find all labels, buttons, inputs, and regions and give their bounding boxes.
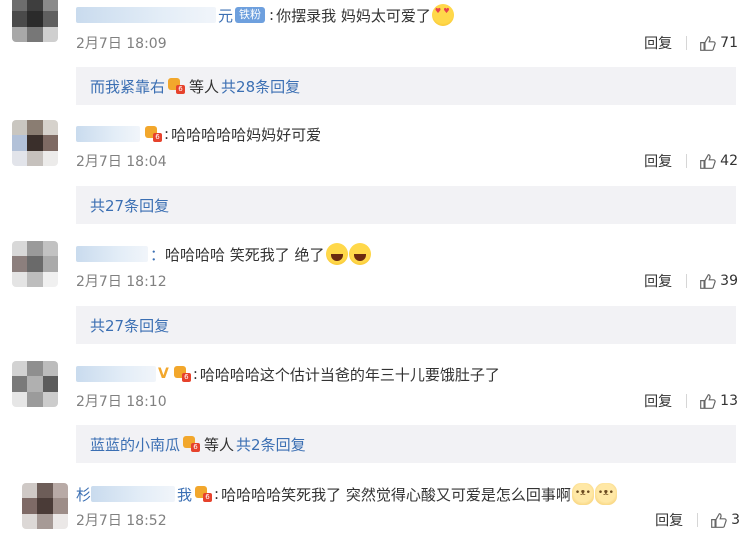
- reply-summary[interactable]: 而我紧靠右 6 等人 共28条回复: [76, 67, 736, 105]
- divider: [686, 154, 688, 168]
- divider: [686, 36, 688, 50]
- divider: [697, 513, 699, 527]
- reply-count-link[interactable]: 共27条回复: [90, 315, 169, 336]
- vip-badge-icon: 6: [173, 366, 191, 382]
- vip-badge-icon: 6: [182, 436, 201, 452]
- username-blurred[interactable]: [76, 246, 148, 262]
- like-count: 71: [720, 35, 738, 51]
- thumbs-up-icon[interactable]: [699, 153, 716, 170]
- cat-emoji-icon: [571, 483, 594, 505]
- reply-count-link[interactable]: 共28条回复: [221, 76, 300, 97]
- username-blurred[interactable]: [76, 366, 156, 382]
- reply-suffix: 等人: [189, 77, 220, 96]
- verified-v-icon: V: [158, 366, 169, 382]
- cat-emoji-icon: [594, 483, 617, 505]
- avatar[interactable]: [12, 361, 58, 407]
- timestamp: 2月7日 18:12: [76, 274, 167, 290]
- avatar[interactable]: [12, 241, 58, 287]
- vip-badge-icon: 6: [167, 78, 186, 94]
- reply-button[interactable]: 回复: [644, 271, 672, 291]
- comment-text-line: ： 哈哈哈哈 笑死我了 绝了: [76, 242, 371, 266]
- reply-summary[interactable]: 共27条回复: [76, 186, 736, 224]
- username-blurred[interactable]: [76, 126, 140, 142]
- comment-actions: 回复 13: [644, 391, 738, 411]
- reply-summary[interactable]: 共27条回复: [76, 306, 736, 344]
- thumbs-up-icon[interactable]: [699, 35, 716, 52]
- love-eyes-emoji-icon: [431, 4, 454, 26]
- comment-text-line: 6 : 哈哈哈哈哈妈妈好可爱: [76, 122, 321, 146]
- laughing-emoji-icon: [348, 243, 371, 265]
- username-tail[interactable]: 元: [218, 5, 233, 26]
- comment-text-line: 杉 我 6 : 哈哈哈哈笑死我了 突然觉得心酸又可爱是怎么回事啊: [76, 482, 617, 506]
- reply-suffix: 等人: [204, 435, 235, 454]
- like-count: 42: [720, 153, 738, 169]
- avatar[interactable]: [12, 120, 58, 166]
- reply-button[interactable]: 回复: [655, 510, 683, 530]
- comment-text-line: V 6 : 哈哈哈哈这个估计当爸的年三十儿要饿肚子了: [76, 362, 500, 386]
- reply-button[interactable]: 回复: [644, 391, 672, 411]
- comment-text: 哈哈哈哈哈妈妈好可爱: [171, 125, 322, 144]
- timestamp: 2月7日 18:52: [76, 513, 167, 529]
- comment-actions: 回复 39: [644, 271, 738, 291]
- vip-badge-icon: 6: [144, 126, 162, 142]
- comment-actions: 回复 42: [644, 151, 738, 171]
- comment-actions: 回复 3: [655, 510, 740, 530]
- thumbs-up-icon[interactable]: [710, 512, 727, 529]
- reply-button[interactable]: 回复: [644, 33, 672, 53]
- like-count: 3: [731, 512, 740, 528]
- avatar[interactable]: [22, 483, 68, 529]
- comment-actions: 回复 71: [644, 33, 738, 53]
- thumbs-up-icon[interactable]: [699, 273, 716, 290]
- reply-count-link[interactable]: 共27条回复: [90, 195, 169, 216]
- reply-user[interactable]: 蓝蓝的小南瓜: [90, 434, 180, 455]
- username-blurred[interactable]: [91, 486, 176, 502]
- reply-summary[interactable]: 蓝蓝的小南瓜 6 等人 共2条回复: [76, 425, 736, 463]
- comment-text: 你摆录我 妈妈太可爱了: [276, 6, 431, 25]
- username-tail[interactable]: 我: [177, 484, 192, 505]
- comment-text: 哈哈哈哈笑死我了 突然觉得心酸又可爱是怎么回事啊: [221, 485, 571, 504]
- reply-count-link[interactable]: 共2条回复: [236, 434, 306, 455]
- comment-text: 哈哈哈哈这个估计当爸的年三十儿要饿肚子了: [199, 365, 500, 384]
- comment-text-line: 元 铁粉 : 你摆录我 妈妈太可爱了: [76, 3, 454, 27]
- timestamp: 2月7日 18:09: [76, 36, 167, 52]
- like-count: 13: [720, 393, 738, 409]
- like-count: 39: [720, 273, 738, 289]
- reply-user[interactable]: 而我紧靠右: [90, 76, 165, 97]
- username-blurred[interactable]: [76, 7, 216, 23]
- username-tail[interactable]: ：: [150, 244, 165, 265]
- divider: [686, 274, 688, 288]
- thumbs-up-icon[interactable]: [699, 393, 716, 410]
- laughing-emoji-icon: [325, 243, 348, 265]
- reply-button[interactable]: 回复: [644, 151, 672, 171]
- timestamp: 2月7日 18:04: [76, 154, 167, 170]
- fan-badge: 铁粉: [235, 7, 266, 23]
- comment-text: 哈哈哈哈 笑死我了 绝了: [165, 245, 325, 264]
- username-head[interactable]: 杉: [76, 484, 91, 505]
- timestamp: 2月7日 18:10: [76, 394, 167, 410]
- vip-badge-icon: 6: [194, 486, 213, 502]
- divider: [686, 394, 688, 408]
- avatar[interactable]: [12, 0, 58, 42]
